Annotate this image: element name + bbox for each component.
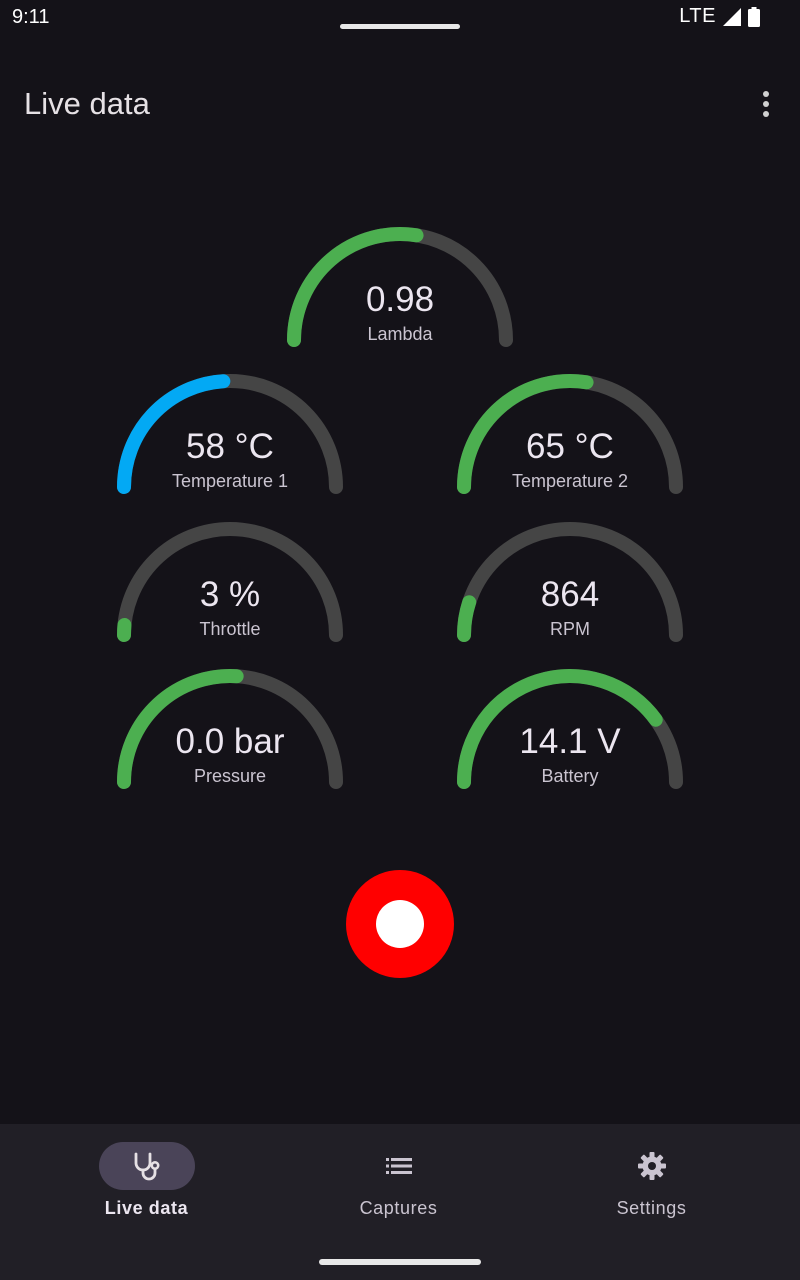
gauge-value: 0.0 bar [175,722,285,761]
status-notch [340,24,460,29]
gauge-value: 864 [540,575,600,614]
nav-item-live-data[interactable]: Live data [13,1124,280,1244]
top-app-bar: Live data [0,72,800,136]
status-indicators: LTE [679,5,760,28]
gauge-label: RPM [550,619,590,639]
stethoscope-icon [131,1152,163,1181]
gauge-value: 3 % [199,575,261,614]
gauge-label: Battery [541,766,599,786]
gauge-lambda: 0.98 Lambda [280,226,520,356]
gauge-value: 65 °C [526,427,614,466]
more-vert-icon[interactable] [750,84,782,124]
battery-icon [748,6,760,27]
gauge-value: 58 °C [186,427,274,466]
gauge-temperature-2: 65 °C Temperature 2 [450,373,690,503]
nav-label: Settings [616,1198,687,1218]
record-icon [376,900,424,948]
gauge-throttle: 3 % Throttle [110,521,350,651]
nav-item-settings[interactable]: Settings [518,1124,785,1244]
gear-icon [636,1152,668,1180]
gauge-value: 0.98 [365,280,435,319]
gauge-label: Lambda [367,324,433,344]
home-indicator[interactable] [319,1259,481,1265]
gauge-value: 14.1 V [519,722,621,761]
list-icon [383,1152,415,1180]
status-bar: 9:11 LTE [0,0,800,36]
network-type: LTE [679,5,716,27]
gauge-label: Pressure [193,766,267,786]
gauge-label: Temperature 2 [511,471,629,491]
record-button[interactable] [346,870,454,978]
signal-icon [723,7,741,26]
gauge-pressure: 0.0 bar Pressure [110,668,350,798]
nav-label: Captures [359,1198,438,1218]
gauge-label: Temperature 1 [171,471,289,491]
gauge-rpm: 864 RPM [450,521,690,651]
gauge-battery: 14.1 V Battery [450,668,690,798]
page-title: Live data [24,86,150,121]
bottom-navigation: Live data Captures Settings [0,1124,800,1280]
gauge-label: Throttle [199,619,261,639]
nav-item-captures[interactable]: Captures [265,1124,532,1244]
status-time: 9:11 [12,6,50,28]
gauge-temperature-1: 58 °C Temperature 1 [110,373,350,503]
nav-label: Live data [104,1198,189,1218]
